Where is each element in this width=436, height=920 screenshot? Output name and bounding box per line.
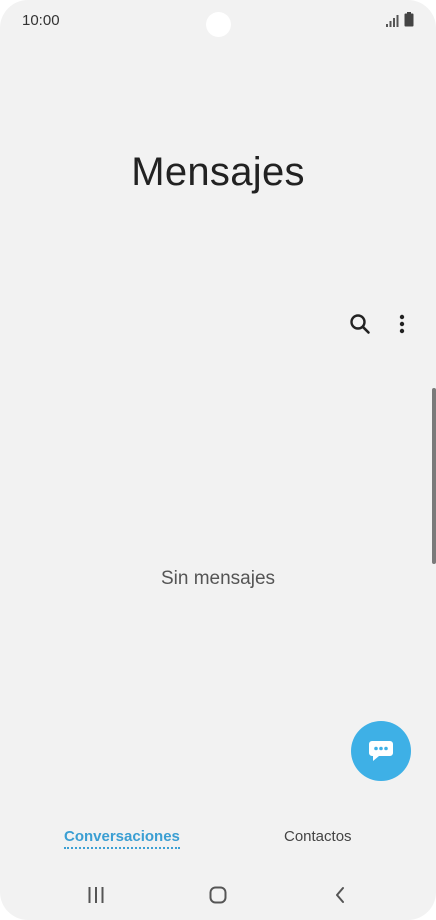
recent-apps-icon — [88, 887, 104, 903]
search-icon — [350, 314, 370, 334]
signal-icon — [386, 15, 399, 27]
battery-icon — [404, 12, 414, 27]
page-title: Mensajes — [131, 150, 305, 194]
home-icon — [209, 886, 227, 904]
status-icons — [386, 12, 416, 28]
recent-apps-button[interactable] — [76, 882, 116, 908]
compose-message-icon — [369, 741, 393, 761]
status-bar: 10:00 — [0, 0, 436, 44]
back-icon — [336, 887, 344, 903]
navigation-bar — [0, 870, 436, 920]
more-options-button[interactable] — [386, 308, 418, 340]
back-button[interactable] — [320, 882, 360, 908]
scroll-handle[interactable] — [432, 388, 436, 564]
empty-conversations-text: Sin mensajes — [160, 568, 276, 589]
more-options-icon — [399, 314, 405, 334]
search-button[interactable] — [344, 308, 376, 340]
front-camera — [206, 12, 231, 37]
status-time: 10:00 — [22, 12, 60, 29]
compose-message-button[interactable] — [351, 721, 411, 781]
tab-contacts[interactable]: Contactos — [284, 828, 352, 845]
home-button[interactable] — [198, 882, 238, 908]
tab-conversations[interactable]: Conversaciones — [64, 828, 180, 849]
phone-screen: 10:00 Mensajes Sin mensajes Conversacion… — [0, 0, 436, 920]
